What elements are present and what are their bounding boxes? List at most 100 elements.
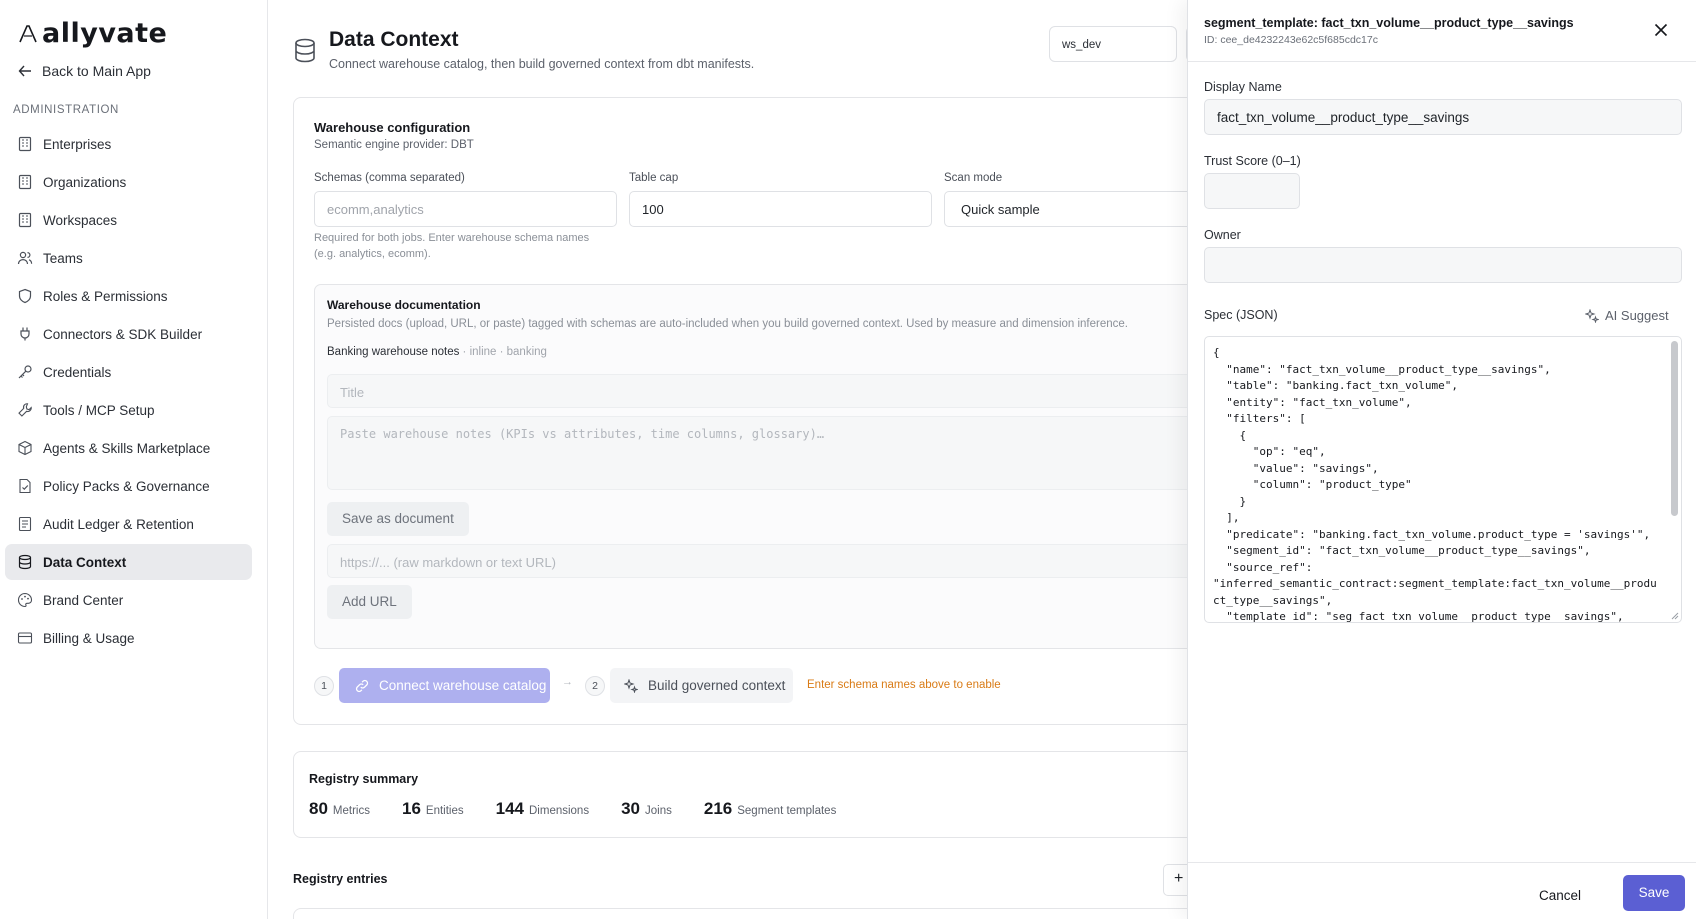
credit-card-icon (17, 632, 33, 644)
ai-suggest-button[interactable]: AI Suggest (1585, 308, 1669, 323)
sidebar-item-credentials[interactable]: Credentials (5, 354, 252, 390)
document-notes-textarea[interactable]: Paste warehouse notes (KPIs vs attribute… (327, 416, 1187, 490)
spec-json-text[interactable]: { "name": "fact_txn_volume__product_type… (1213, 345, 1663, 622)
logo-text: allyvate (42, 18, 168, 49)
sidebar-item-tools-mcp[interactable]: Tools / MCP Setup (5, 392, 252, 428)
sidebar-item-label: Billing & Usage (43, 630, 135, 646)
page-subtitle: Connect warehouse catalog, then build go… (329, 57, 755, 71)
back-link-label: Back to Main App (42, 63, 151, 79)
sidebar-item-label: Workspaces (43, 212, 118, 228)
sidebar-item-label: Organizations (43, 174, 127, 190)
sidebar-item-policy-packs[interactable]: Policy Packs & Governance (5, 468, 252, 504)
save-as-document-button[interactable]: Save as document (327, 502, 469, 536)
warehouse-documentation-panel: Warehouse documentation Persisted docs (… (314, 284, 1187, 649)
sidebar-item-teams[interactable]: Teams (5, 240, 252, 276)
admin-nav: Enterprises Organizations Workspaces Tea… (5, 126, 252, 658)
file-check-icon (19, 478, 31, 494)
schemas-hint: Required for both jobs. Enter warehouse … (314, 232, 590, 260)
workspace-select[interactable]: ws_dev (1049, 26, 1177, 62)
section-label-administration: ADMINISTRATION (13, 104, 119, 116)
stat-metrics: 80 Metrics (309, 799, 370, 819)
shield-icon (18, 288, 32, 304)
sidebar-item-data-context[interactable]: Data Context (5, 544, 252, 580)
document-entry[interactable]: Banking warehouse notes · inline · banki… (327, 346, 547, 358)
sidebar-item-label: Connectors & SDK Builder (43, 326, 203, 342)
data-context-page: Data Context Connect warehouse catalog, … (269, 0, 1187, 919)
sidebar-item-label: Roles & Permissions (43, 288, 168, 304)
cancel-button[interactable]: Cancel (1531, 883, 1589, 908)
resize-handle-icon[interactable] (1671, 612, 1679, 620)
stat-joins: 30 Joins (621, 799, 672, 819)
sidebar-item-connectors[interactable]: Connectors & SDK Builder (5, 316, 252, 352)
document-title-input[interactable]: Title (327, 374, 1187, 408)
sidebar-item-label: Credentials (43, 364, 112, 380)
display-name-input[interactable]: fact_txn_volume__product_type__savings (1204, 99, 1682, 135)
enable-hint-text: Enter schema names above to enable (807, 679, 1001, 691)
registry-summary-card: Registry summary 80 Metrics 16 Entities 14… (293, 751, 1187, 838)
stat-entities: 16 Entities (402, 799, 464, 819)
app-logo[interactable]: allyvate (18, 18, 167, 49)
connect-warehouse-catalog-button[interactable]: Connect warehouse catalog (339, 668, 550, 703)
close-icon[interactable] (1653, 22, 1669, 38)
drawer-divider (1188, 61, 1696, 62)
sidebar-item-brand-center[interactable]: Brand Center (5, 582, 252, 618)
sidebar-item-label: Teams (43, 250, 83, 266)
building-icon (18, 136, 32, 152)
owner-input[interactable] (1204, 247, 1682, 283)
sidebar-item-label: Policy Packs & Governance (43, 478, 210, 494)
database-icon (295, 38, 315, 63)
page-title: Data Context (329, 28, 459, 51)
stat-value: 16 (401, 799, 421, 818)
trust-score-input[interactable] (1204, 173, 1300, 209)
step-number-1: 1 (314, 676, 334, 696)
table-cap-label: Table cap (629, 172, 679, 184)
trust-score-label: Trust Score (0–1) (1204, 154, 1301, 168)
drawer-footer-divider (1188, 862, 1696, 863)
stat-dimensions: 144 Dimensions (496, 799, 589, 819)
document-name: Banking warehouse notes (327, 346, 460, 358)
sidebar-item-enterprises[interactable]: Enterprises (5, 126, 252, 162)
document-url-input[interactable]: https://... (raw markdown or text URL) (327, 544, 1187, 578)
scan-mode-label: Scan mode (944, 172, 1003, 184)
sidebar-item-roles-permissions[interactable]: Roles & Permissions (5, 278, 252, 314)
stat-label: Entities (425, 805, 464, 817)
arrow-left-icon (18, 65, 31, 77)
warehouse-documentation-subtitle: Persisted docs (upload, URL, or paste) t… (327, 318, 1128, 330)
add-entry-button[interactable]: + (1163, 864, 1187, 896)
save-button[interactable]: Save (1623, 875, 1685, 911)
semantic-provider-text: Semantic engine provider: DBT (314, 139, 474, 151)
stat-label: Metrics (332, 805, 370, 817)
add-url-button[interactable]: Add URL (327, 585, 412, 619)
palette-icon (17, 592, 33, 608)
sidebar-item-audit-ledger[interactable]: Audit Ledger & Retention (5, 506, 252, 542)
spec-json-editor[interactable]: { "name": "fact_txn_volume__product_type… (1204, 336, 1682, 623)
link-icon (355, 679, 369, 692)
sidebar-item-label: Data Context (43, 554, 127, 570)
build-governed-context-button[interactable]: Build governed context (610, 668, 793, 703)
registry-entries-title: Registry entries (293, 872, 388, 886)
stat-value: 216 (703, 799, 733, 818)
drawer-title: segment_template: fact_txn_volume__produ… (1204, 16, 1574, 30)
sidebar-item-agents-skills[interactable]: Agents & Skills Marketplace (5, 430, 252, 466)
stat-value: 144 (495, 799, 524, 818)
scan-mode-select[interactable]: Quick sample (944, 191, 1187, 227)
plug-icon (20, 327, 30, 341)
schemas-input[interactable]: ecomm,analytics (314, 191, 617, 227)
registry-stats: 80 Metrics 16 Entities 144 Dimensions 30 Joi… (309, 799, 836, 819)
sidebar-item-organizations[interactable]: Organizations (5, 164, 252, 200)
sidebar-item-label: Agents & Skills Marketplace (43, 440, 211, 456)
allyvate-logo-icon (19, 24, 37, 42)
back-to-main-app-link[interactable]: Back to Main App (18, 63, 151, 79)
sidebar-item-label: Tools / MCP Setup (43, 402, 155, 418)
sidebar-item-billing-usage[interactable]: Billing & Usage (5, 620, 252, 656)
package-icon (18, 440, 32, 456)
stat-label: Joins (645, 805, 672, 817)
sidebar-item-label: Brand Center (43, 592, 124, 608)
build-label: Build governed context (648, 678, 786, 693)
sidebar-item-workspaces[interactable]: Workspaces (5, 202, 252, 238)
connect-label: Connect warehouse catalog (379, 678, 547, 693)
table-cap-input[interactable]: 100 (629, 191, 932, 227)
display-name-label: Display Name (1204, 80, 1282, 94)
spec-scrollbar[interactable] (1671, 341, 1678, 516)
building-icon (18, 174, 32, 190)
